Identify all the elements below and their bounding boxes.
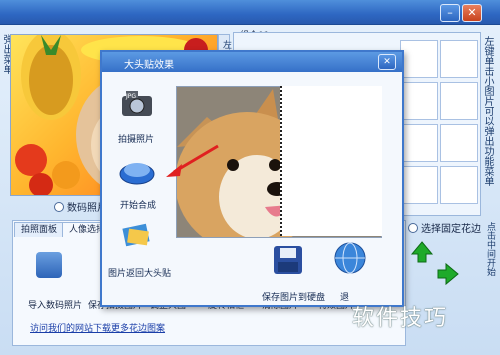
close-button[interactable]: ✕ <box>462 4 482 22</box>
back-to-photo-icon[interactable] <box>120 220 154 253</box>
floppy-disk-icon[interactable] <box>272 244 304 279</box>
exit-label[interactable]: 退 <box>340 290 349 303</box>
green-arrow-up-icon[interactable] <box>410 240 434 267</box>
right-side-label: 点击中间开始 <box>485 222 495 276</box>
start-compose-label[interactable]: 开始合成 <box>120 198 156 211</box>
capture-photo-label[interactable]: 拍摄照片 <box>118 132 154 145</box>
red-arrow-icon <box>166 144 219 177</box>
mode-right-label: 选择固定花边 <box>421 224 481 235</box>
camera-icon[interactable]: JPG <box>120 88 154 123</box>
radio-icon <box>408 222 418 233</box>
dialog-close-button[interactable]: ✕ <box>378 54 396 70</box>
minimize-button[interactable]: – <box>440 4 460 22</box>
template-cell[interactable] <box>400 82 438 120</box>
camera-import-icon[interactable] <box>36 252 62 278</box>
save-to-disk-label[interactable]: 保存图片到硬盘 <box>262 290 325 303</box>
tool-import-label[interactable]: 导入数码照片 <box>28 298 82 311</box>
watermark-text: 软件技巧 <box>352 306 449 331</box>
template-cell[interactable] <box>400 166 438 204</box>
template-cell[interactable] <box>440 40 478 78</box>
start-compose-icon[interactable] <box>118 156 156 189</box>
scroll-label: 左 <box>221 40 231 49</box>
template-cell[interactable] <box>440 82 478 120</box>
tab-photo-panel[interactable]: 拍照面板 <box>14 222 65 237</box>
dialog-blank-area <box>280 86 382 236</box>
dialog-title: 大头贴效果 <box>124 60 174 71</box>
template-cell[interactable] <box>440 124 478 162</box>
template-cell[interactable] <box>400 124 438 162</box>
exit-globe-icon[interactable] <box>332 240 368 279</box>
title-bar <box>0 0 500 25</box>
photo-dialog: 大头贴效果 ✕ JPG 拍摄照片 开始合成 图片返回大头贴 保存图片到硬盘 退 <box>100 50 404 307</box>
website-link[interactable]: 访问我们的网站下载更多花边图案 <box>30 321 165 334</box>
mode-right-radio[interactable]: 选择固定花边 <box>408 220 481 235</box>
template-cell[interactable] <box>440 166 478 204</box>
radio-icon <box>54 201 64 212</box>
right-hint-text: 左键单击小图片可以弹出功能菜单 <box>482 36 493 186</box>
green-arrow-right-icon[interactable] <box>436 262 460 289</box>
svg-text:JPG: JPG <box>125 93 136 100</box>
template-cell[interactable] <box>400 40 438 78</box>
back-to-photo-label[interactable]: 图片返回大头贴 <box>108 266 171 279</box>
